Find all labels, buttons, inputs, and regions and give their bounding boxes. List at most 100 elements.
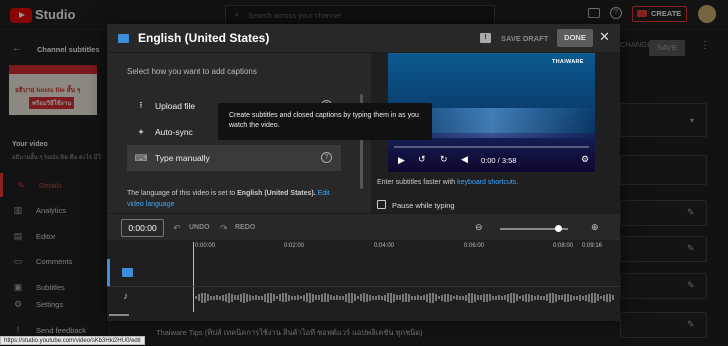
sidebar-item-comments[interactable]: ▭ Comments <box>0 249 106 273</box>
waveform-bar <box>378 295 380 301</box>
language-name: English (United States). <box>237 190 316 197</box>
waveform-bar <box>225 293 227 303</box>
waveform-bar <box>243 293 245 303</box>
pencil-icon[interactable]: ✎ <box>687 280 695 291</box>
zoom-slider-handle[interactable] <box>554 225 562 232</box>
gear-icon[interactable]: ⚙ <box>581 154 589 165</box>
waveform-bar <box>393 293 395 303</box>
bg-card: ✎ <box>620 273 707 299</box>
waveform-bar <box>576 295 578 301</box>
waveform-bar <box>390 292 392 303</box>
feedback-icon[interactable]: ! <box>480 33 491 43</box>
waveform-bar <box>567 293 569 303</box>
waveform-bar <box>462 296 464 300</box>
done-button[interactable]: DONE <box>557 29 593 47</box>
undo-icon[interactable]: ↶ <box>173 223 181 234</box>
waveform-bar <box>594 293 596 303</box>
playhead[interactable] <box>193 242 194 312</box>
waveform-bar <box>318 295 320 301</box>
waveform-bar <box>504 295 506 301</box>
time-ruler: 0:00:00 0:02:00 0:04:00 0:06:00 0:08:00 … <box>107 240 620 253</box>
waveform-bar <box>474 293 476 303</box>
pencil-icon[interactable]: ✎ <box>687 319 695 330</box>
waveform-bar <box>606 293 608 303</box>
pencil-icon[interactable]: ✎ <box>687 243 695 254</box>
waveform-bar <box>426 293 428 302</box>
sidebar-item-settings[interactable]: ⚙ Settings <box>0 292 106 316</box>
waveform-bar <box>561 295 563 301</box>
waveform-bar <box>468 293 470 303</box>
waveform-bar <box>423 295 425 301</box>
waveform-bar <box>405 293 407 303</box>
timeline-scrollbar[interactable] <box>109 314 129 316</box>
audio-waveform <box>195 291 615 305</box>
video-thumbnail[interactable]: อธิบาย hosts file สั้น ๆ พร้อมวิธีใช้งาน <box>9 65 97 115</box>
youtube-logo-icon[interactable] <box>10 8 32 23</box>
keyboard-shortcuts-link[interactable]: keyboard shortcuts. <box>457 179 518 186</box>
close-icon[interactable]: ✕ <box>599 29 610 45</box>
dialog-title: English (United States) <box>138 31 270 45</box>
volume-icon[interactable]: ◀ <box>461 154 468 165</box>
zoom-slider[interactable] <box>500 225 568 232</box>
create-label: CREATE <box>651 9 682 18</box>
option-label: Type manually <box>155 153 210 163</box>
waveform-bar <box>609 294 611 302</box>
redo-icon[interactable]: ↷ <box>220 223 228 234</box>
waveform-bar <box>447 293 449 302</box>
zoom-out-icon[interactable]: ⊖ <box>475 222 483 233</box>
avatar[interactable] <box>698 5 716 23</box>
back-arrow-icon[interactable]: ← <box>12 43 22 54</box>
time-readout: 0:00 / 3:58 <box>481 156 517 165</box>
shortcuts-note: Enter subtitles faster with keyboard sho… <box>377 179 518 186</box>
forward-icon[interactable]: ↻ <box>440 154 448 165</box>
waveform-bar <box>399 295 401 301</box>
messages-icon[interactable] <box>588 8 600 18</box>
type-manually-option[interactable]: ⌨ Type manually ? <box>127 145 341 171</box>
pause-label: Pause while typing <box>392 201 455 210</box>
waveform-bar <box>489 294 491 302</box>
waveform-bar <box>471 292 473 303</box>
waveform-bar <box>420 295 422 300</box>
waveform-bar <box>303 294 305 301</box>
waveform-bar <box>267 293 269 303</box>
waveform-bar <box>309 292 311 303</box>
waveform-bar <box>216 295 218 301</box>
save-draft-button[interactable]: SAVE DRAFT <box>501 34 548 43</box>
waveform-bar <box>543 296 545 300</box>
sidebar-item-details[interactable]: ✎ Details <box>0 173 106 197</box>
rewind-icon[interactable]: ↺ <box>418 154 426 165</box>
waveform-bar <box>432 293 434 303</box>
search-box[interactable]: ⌕ Search across your channel <box>225 5 495 25</box>
waveform-bar <box>198 294 200 302</box>
waveform-bar <box>339 295 341 300</box>
waveform-bar <box>213 295 215 301</box>
waveform-bar <box>222 295 224 301</box>
pencil-icon[interactable]: ✎ <box>687 207 695 218</box>
divider <box>107 286 620 287</box>
progress-bar[interactable] <box>394 146 589 148</box>
undo-button[interactable]: UNDO <box>189 224 210 231</box>
bg-save-button[interactable]: SAVE <box>649 40 685 56</box>
more-icon[interactable]: ⋮ <box>700 40 710 51</box>
sidebar-heading: Channel subtitles <box>37 45 100 54</box>
waveform-bar <box>477 295 479 301</box>
help-icon[interactable]: ? <box>321 152 332 163</box>
sidebar-item-label: Settings <box>36 299 64 309</box>
create-button[interactable]: CREATE <box>632 6 687 22</box>
bg-card: ▾ <box>620 103 707 137</box>
play-icon[interactable]: ▶ <box>398 155 405 166</box>
redo-button[interactable]: REDO <box>235 224 255 231</box>
waveform-bar <box>588 293 590 303</box>
sidebar-item-label: Comments <box>36 256 73 266</box>
current-time-input[interactable]: 0:00:00 <box>121 219 164 237</box>
waveform-bar <box>498 295 500 301</box>
sidebar-item-editor[interactable]: ▤ Editor <box>0 224 106 248</box>
pause-checkbox[interactable] <box>377 200 386 209</box>
waveform-bar <box>360 294 362 302</box>
zoom-in-icon[interactable]: ⊕ <box>591 222 599 233</box>
sidebar-item-label: Details <box>39 180 62 190</box>
search-input[interactable]: Search across your channel <box>248 11 341 20</box>
waveform-bar <box>228 293 230 303</box>
help-icon[interactable]: ? <box>610 7 622 19</box>
sidebar-item-analytics[interactable]: ▥ Analytics <box>0 198 106 222</box>
